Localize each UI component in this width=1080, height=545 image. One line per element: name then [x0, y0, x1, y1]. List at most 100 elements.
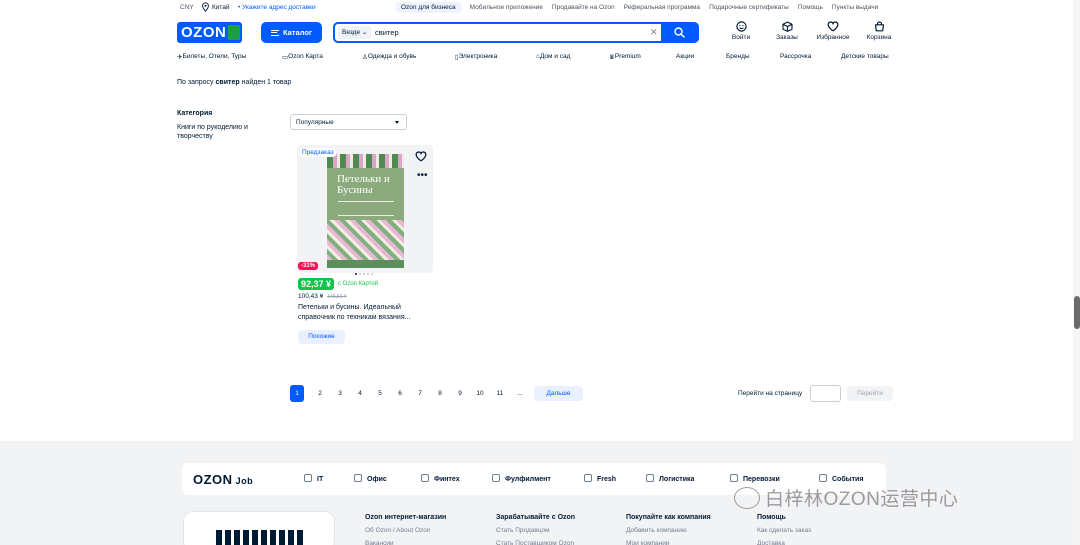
calendar-icon	[819, 474, 827, 482]
job-item-transport[interactable]: Перевозки	[730, 474, 780, 483]
delivery-address-link[interactable]: • Укажите адрес доставки	[238, 4, 316, 11]
scrollbar-thumb[interactable]	[1074, 296, 1080, 329]
top-link-referral[interactable]: Реферальная программа	[624, 4, 700, 11]
pagination: 1 2 3 4 5 6 7 8 9 10 11 ... Дальше	[290, 385, 583, 402]
location-pin-icon	[202, 2, 209, 12]
preorder-badge: Предзаказ	[300, 148, 336, 157]
search-input[interactable]: свитер	[375, 28, 399, 37]
footer-link[interactable]: Стать Поставщиком Ozon	[496, 537, 575, 545]
clear-search-icon[interactable]: ✕	[650, 27, 658, 38]
page-7[interactable]: 7	[410, 385, 430, 402]
nav-item-travel[interactable]: ✈ Билеты, Отели, Туры	[177, 53, 246, 61]
search-icon	[674, 27, 685, 38]
footer-col-ozon: Ozon интернет-магазин Об Ozon / About Oz…	[365, 511, 446, 545]
footer-link[interactable]: Вакансии	[365, 537, 446, 545]
job-item-office[interactable]: Офис	[354, 474, 387, 483]
more-options-icon[interactable]: •••	[417, 171, 428, 181]
job-item-it[interactable]: IT	[304, 474, 323, 483]
product-card[interactable]: Петельки и Бусины Предзаказ ••• -31% 92,…	[297, 145, 439, 350]
orders-action[interactable]: Заказы	[764, 21, 810, 41]
similar-button[interactable]: Похожие	[298, 330, 345, 344]
image-carousel-dots[interactable]	[355, 273, 375, 276]
app-qr-card[interactable]	[183, 511, 335, 545]
top-link-help[interactable]: Помощь	[798, 4, 823, 11]
search-button[interactable]	[661, 22, 699, 43]
product-image[interactable]: Петельки и Бусины Предзаказ ••• -31%	[297, 145, 433, 273]
sort-dropdown[interactable]: Популярные	[290, 114, 407, 130]
chevron-down-icon	[395, 121, 399, 124]
favorite-heart-icon[interactable]	[415, 151, 427, 162]
page-10[interactable]: 10	[470, 385, 490, 402]
page-1[interactable]: 1	[290, 385, 304, 402]
nav-item-home-garden[interactable]: ⌂ Дом и сад	[536, 53, 570, 60]
nav-item-electronics[interactable]: ▯ Электроника	[455, 53, 497, 61]
goto-page-button[interactable]: Перейти	[847, 386, 893, 401]
ozon-logo[interactable]: OZON	[177, 22, 242, 43]
job-item-fulfillment[interactable]: Фулфилмент	[492, 474, 551, 483]
footer-link[interactable]: Как сделать заказ	[757, 524, 811, 537]
menu-icon	[270, 29, 279, 36]
category-nav: ✈ Билеты, Отели, Туры ▭ Ozon Карта ♙ Оде…	[177, 53, 893, 63]
footer-col-help: Помощь Как сделать заказ Доставка	[757, 511, 811, 545]
nav-item-clothes[interactable]: ♙ Одежда и обувь	[362, 53, 416, 61]
footer-link[interactable]: Стать Продавцом	[496, 524, 575, 537]
job-item-fintech[interactable]: Финтех	[421, 474, 460, 483]
nav-item-installments[interactable]: Рассрочка	[780, 53, 811, 60]
page-2[interactable]: 2	[310, 385, 330, 402]
top-bar: CNY Китай • Укажите адрес доставки Ozon …	[0, 0, 1080, 16]
currency-selector[interactable]: CNY	[180, 4, 194, 11]
goto-page-label: Перейти на страницу	[738, 390, 803, 397]
login-action[interactable]: Войти	[718, 21, 764, 41]
top-links: Ozon для бизнеса Мобильное приложение Пр…	[396, 2, 878, 13]
nav-item-promotions[interactable]: Акции	[676, 53, 694, 60]
ozon-job-logo[interactable]: OZON Job	[193, 472, 253, 487]
footer-col-earn: Зарабатывайте с Ozon Стать Продавцом Ста…	[496, 511, 575, 545]
job-item-logistics[interactable]: Логистика	[646, 474, 694, 483]
footer-link[interactable]: Об Ozon / About Ozon	[365, 524, 446, 537]
page-3[interactable]: 3	[330, 385, 350, 402]
footer-link[interactable]: Мои компании	[626, 537, 711, 545]
heart-icon	[827, 21, 839, 32]
page-8[interactable]: 8	[430, 385, 450, 402]
page-11[interactable]: 11	[490, 385, 510, 402]
cart-action[interactable]: Корзина	[856, 21, 902, 41]
job-item-events[interactable]: События	[819, 474, 863, 483]
ozon-card-price: 92,37 ¥	[298, 278, 335, 290]
favorites-action[interactable]: Избранное	[810, 21, 856, 41]
footer-link[interactable]: Доставка	[757, 537, 811, 545]
nav-item-premium[interactable]: ♛ Premium	[609, 53, 641, 61]
page-5[interactable]: 5	[370, 385, 390, 402]
city-label[interactable]: Китай	[212, 4, 230, 11]
catalog-button[interactable]: Каталог	[261, 22, 322, 43]
card-icon	[421, 474, 429, 482]
footer-link[interactable]: Добавить компанию	[626, 524, 711, 537]
page-4[interactable]: 4	[350, 385, 370, 402]
page-6[interactable]: 6	[390, 385, 410, 402]
price-row: 100,43 ¥ 145,56 ¥	[298, 293, 347, 300]
filter-category-item[interactable]: Книги по рукоделию и творчеству	[177, 123, 267, 141]
top-link-sell[interactable]: Продавайте на Ozon	[552, 4, 615, 11]
search-scope-dropdown[interactable]: Везде ⌄	[338, 26, 372, 39]
footer-col-business: Покупайте как компания Добавить компанию…	[626, 511, 711, 545]
next-page-button[interactable]: Дальше	[534, 386, 583, 401]
user-icon	[735, 21, 747, 32]
top-link-pickup-points[interactable]: Пункты выдачи	[832, 4, 878, 11]
product-title[interactable]: Петельки и бусины. Идеальный справочник …	[298, 303, 436, 323]
search-result-query: свитер	[215, 79, 240, 86]
top-link-business[interactable]: Ozon для бизнеса	[396, 2, 461, 13]
logo-badge-icon	[228, 25, 240, 40]
job-item-fresh[interactable]: Fresh	[584, 474, 616, 483]
goto-page-input[interactable]	[810, 385, 841, 402]
regular-price: 100,43 ¥	[298, 293, 324, 300]
nav-item-kids[interactable]: Детские товары	[841, 53, 889, 60]
top-link-gift-cards[interactable]: Подарочные сертификаты	[709, 4, 789, 11]
nav-item-ozon-card[interactable]: ▭ Ozon Карта	[282, 53, 323, 61]
watermark-text: 白梓林OZON运营中心	[765, 489, 959, 510]
cart-icon	[874, 21, 884, 32]
top-link-mobile-app[interactable]: Мобильное приложение	[470, 4, 543, 11]
qr-code-icon	[216, 530, 304, 545]
page-9[interactable]: 9	[450, 385, 470, 402]
ozon-card-price-note: с Ozon Картой	[338, 281, 379, 287]
nav-item-brands[interactable]: Бренды	[726, 53, 750, 60]
scrollbar-track[interactable]	[1073, 0, 1080, 545]
